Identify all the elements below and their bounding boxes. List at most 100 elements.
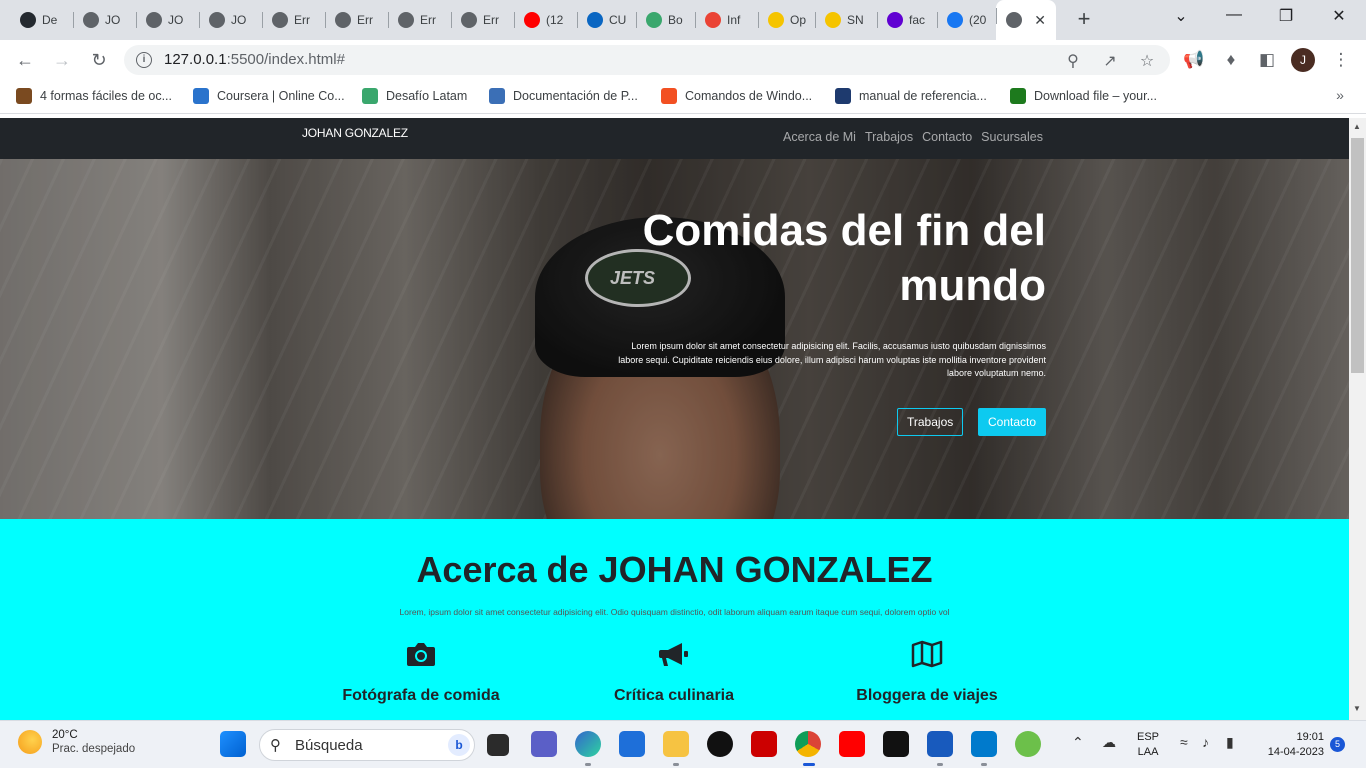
tab-title: CU [609,13,627,27]
browser-tab[interactable]: JO [136,4,199,36]
browser-tab[interactable]: Op [758,4,815,36]
trabajos-button[interactable]: Trabajos [897,408,964,436]
close-tab-icon[interactable]: ✕ [1034,12,1046,29]
bookmark-item[interactable]: manual de referencia... [835,88,987,104]
notification-badge[interactable]: 5 [1330,737,1345,752]
globe-icon [272,12,288,28]
minimize-icon[interactable]: — [1219,6,1249,24]
restore-icon[interactable]: ❐ [1271,6,1301,26]
extension-megaphone-icon[interactable]: 📢 [1183,50,1205,70]
browser-tab[interactable]: Err [451,4,514,36]
browser-tab[interactable]: (20 [937,4,996,36]
globe-icon [146,12,162,28]
tab-title: SN [847,13,864,27]
edge-icon[interactable] [575,731,601,757]
nav-link-sucursales[interactable]: Sucursales [981,130,1043,144]
battery-icon[interactable]: ▮ [1226,734,1234,751]
bookmark-item[interactable]: Desafío Latam [362,88,467,104]
forward-icon[interactable]: → [50,48,74,72]
page-scrollbar[interactable]: ▲ ▼ [1349,118,1366,720]
site-brand[interactable]: JOHAN GONZALEZ [302,126,408,140]
desafio-icon [646,12,662,28]
chevron-up-icon[interactable]: ⌃ [1072,734,1084,751]
profile-avatar[interactable]: J [1291,48,1315,72]
teams-chat-icon[interactable] [531,731,557,757]
yahoo-icon [887,12,903,28]
sence-icon [825,12,841,28]
browser-tab[interactable]: JO [199,4,262,36]
active-indicator [803,763,815,766]
nav-link-acerca[interactable]: Acerca de Mi [783,130,856,144]
scroll-up-icon[interactable]: ▲ [1353,122,1361,131]
mcafee-icon[interactable] [751,731,777,757]
browser-tab[interactable]: Bo [636,4,695,36]
file-explorer-icon[interactable] [663,731,689,757]
bookmark-item[interactable]: Documentación de P... [489,88,638,104]
browser-tab[interactable]: SN [815,4,877,36]
docs-icon [489,88,505,104]
sence-icon [768,12,784,28]
tab-title: Bo [668,13,683,27]
browser-tab[interactable]: ✕ [996,0,1056,40]
about-subtitle: Lorem, ipsum dolor sit amet consectetur … [399,607,950,617]
wifi-icon[interactable]: ≈ [1180,734,1188,750]
bookmark-star-icon[interactable]: ☆ [1137,51,1157,71]
language-indicator[interactable]: ESP LAA [1137,730,1159,760]
scroll-down-icon[interactable]: ▼ [1353,704,1361,713]
url-text[interactable]: 127.0.0.1:5500/index.html# [164,51,345,68]
extensions-puzzle-icon[interactable]: ♦ [1220,50,1242,70]
clock[interactable]: 19:01 14-04-2023 [1258,730,1324,760]
bookmark-item[interactable]: Download file – your... [1010,88,1157,104]
site-info-icon[interactable]: i [136,52,152,68]
reload-icon[interactable]: ↻ [87,48,111,72]
word-icon[interactable] [927,731,953,757]
back-icon[interactable]: ← [13,48,37,72]
bing-icon[interactable]: b [448,734,470,756]
task-view-icon[interactable] [487,734,509,756]
bookmark-item[interactable]: Coursera | Online Co... [193,88,345,104]
desafio-icon [362,88,378,104]
new-tab-icon[interactable]: + [1070,6,1098,32]
browser-tab[interactable]: Err [388,4,451,36]
window-close-icon[interactable]: ✕ [1324,6,1354,26]
nav-link-contacto[interactable]: Contacto [922,130,972,144]
taskbar-search[interactable]: ⚲ Búsqueda b [259,729,475,761]
dell-icon[interactable] [707,731,733,757]
feature-label: Bloggera de viajes [856,687,998,704]
zoom-icon[interactable]: ⚲ [1063,51,1083,71]
tab-search-icon[interactable]: ⌄ [1166,6,1196,26]
browser-tab[interactable]: Err [325,4,388,36]
bookmark-item[interactable]: Comandos de Windo... [661,88,812,104]
start-icon[interactable] [220,731,246,757]
tab-title: fac [909,13,926,27]
browser-tab[interactable]: Inf [695,4,758,36]
contacto-button[interactable]: Contacto [978,408,1047,436]
weather-widget[interactable]: 20°C Prac. despejado [18,729,135,755]
store-icon[interactable] [619,731,645,757]
share-icon[interactable]: ↗ [1100,51,1120,71]
browser-tab[interactable]: JO [73,4,136,36]
vscode-icon[interactable] [971,731,997,757]
browser-tab[interactable]: (12 [514,4,577,36]
more-menu-icon[interactable]: ⋮ [1330,50,1352,70]
nav-link-trabajos[interactable]: Trabajos [865,130,913,144]
browser-tab[interactable]: Err [262,4,325,36]
volume-icon[interactable]: ♪ [1202,734,1209,750]
bookmark-item[interactable]: 4 formas fáciles de oc... [16,88,172,104]
megaphone-icon [659,643,688,666]
scrollbar-thumb[interactable] [1351,138,1364,373]
arc-icon[interactable] [883,731,909,757]
running-indicator [981,763,987,766]
maps-icon[interactable] [1015,731,1041,757]
address-bar[interactable]: i 127.0.0.1:5500/index.html# ⚲ ↗ ☆ [124,45,1170,75]
browser-tab[interactable]: fac [877,4,937,36]
hero-description: Lorem ipsum dolor sit amet consectetur a… [618,341,1046,378]
side-panel-icon[interactable]: ◧ [1256,50,1278,70]
more-bookmarks-icon[interactable]: » [1329,87,1351,103]
running-indicator [585,763,591,766]
chrome-icon[interactable] [795,731,821,757]
browser-tab[interactable]: De [10,4,73,36]
onedrive-icon[interactable]: ☁ [1102,734,1116,751]
browser-tab[interactable]: CU [577,4,636,36]
youtube-icon[interactable] [839,731,865,757]
